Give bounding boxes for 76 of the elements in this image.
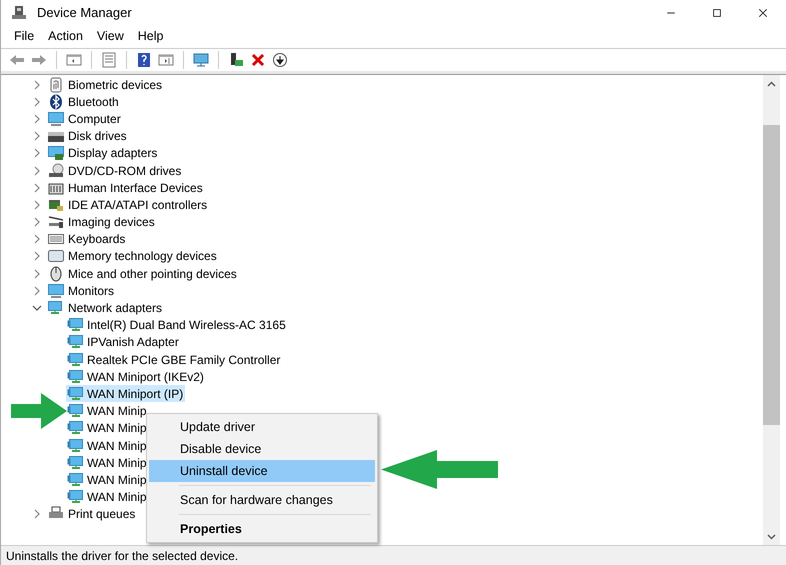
tree-item[interactable]: WAN Miniport (IKEv2) [66,368,206,386]
tree-item[interactable]: Human Interface Devices [47,179,205,196]
network-icon [67,317,83,334]
help-icon [136,52,152,68]
menu-item[interactable]: Action [41,25,90,48]
network-icon [67,420,83,436]
chevron-down-icon [767,534,776,540]
network-icon [67,438,83,454]
device-manager-icon [11,4,27,20]
tree-item[interactable]: IDE ATA/ATAPI controllers [47,196,210,214]
network-icon [67,454,83,471]
menu-item[interactable]: Properties [149,518,375,540]
menu-item[interactable]: Scan for hardware changes [149,489,375,511]
menu-item[interactable]: File [7,25,42,48]
tree-item[interactable]: WAN Minip [66,488,149,506]
forward-icon [31,52,47,68]
tree-item[interactable]: Biometric devices [47,76,164,94]
network-icon [67,334,83,350]
network-icon [67,472,83,488]
tree-item[interactable]: Intel(R) Dual Band Wireless-AC 3165 [66,316,288,334]
menu-item[interactable]: Help [130,25,170,48]
uninstall-icon [250,52,266,68]
properties-icon [101,52,117,68]
menu-item[interactable]: Update driver [149,416,375,438]
toolbar-button[interactable] [270,50,290,70]
tree-item[interactable]: Memory technology devices [47,248,219,265]
tree-item[interactable]: WAN Miniport (IP) [66,385,186,402]
memory-card-icon [48,248,64,264]
action-pane-icon [158,52,174,68]
network-icon [67,403,83,420]
tree-item[interactable]: WAN Minip [66,437,149,454]
tree-item[interactable]: WAN Minip [66,471,149,488]
tree-item[interactable]: IPVanish Adapter [66,334,181,351]
tree-item[interactable]: WAN Minip [66,402,149,420]
network-icon [67,489,83,506]
tree-item[interactable]: Bluetooth [47,93,121,110]
tree-item[interactable]: Monitors [47,282,116,300]
status-text: Uninstalls the driver for the selected device. [6,548,238,564]
arrow-drawing [11,393,67,429]
tree-item[interactable]: Keyboards [47,230,128,248]
network-icon [67,386,83,402]
menu-item[interactable]: View [90,25,131,48]
monitor-icon [48,282,64,299]
console-tree-icon [66,52,82,68]
monitor-icon [48,110,64,127]
network-icon [67,368,83,385]
fingerprint-icon [48,76,64,93]
network-icon [67,352,83,368]
maximize-icon [711,6,723,18]
close-icon [757,6,769,18]
tree-item[interactable]: Display adapters [47,144,160,162]
update-driver-icon [228,52,244,68]
display-adapter-icon [48,145,64,162]
tree-item[interactable]: Network adapters [47,300,164,317]
tree-item[interactable]: Computer [47,110,123,128]
scan-monitor-icon [193,52,209,68]
chevron-up-icon [767,80,776,86]
back-icon [9,52,25,68]
download-icon [272,52,288,68]
scanner-icon [48,214,64,230]
scrollbar-thumb[interactable] [763,125,780,425]
tree-item[interactable]: Disk drives [47,128,129,145]
mouse-icon [48,266,64,282]
tree-item[interactable]: DVD/CD-ROM drives [47,162,184,180]
tree-item[interactable]: WAN Minip [66,454,149,472]
tree-item[interactable]: Print queues [47,506,138,523]
menu-item[interactable]: Uninstall device [149,460,375,482]
tree-item[interactable]: Imaging devices [47,214,157,231]
network-icon [48,300,64,316]
tree-item[interactable]: Realtek PCIe GBE Family Controller [66,351,282,368]
tree-item[interactable]: WAN Minip [66,420,149,437]
optical-drive-icon [48,162,64,179]
bluetooth-icon [48,94,64,110]
window-title: Device Manager [37,4,132,22]
menu-item[interactable]: Disable device [149,438,375,460]
tree-item[interactable]: Mice and other pointing devices [47,265,239,282]
